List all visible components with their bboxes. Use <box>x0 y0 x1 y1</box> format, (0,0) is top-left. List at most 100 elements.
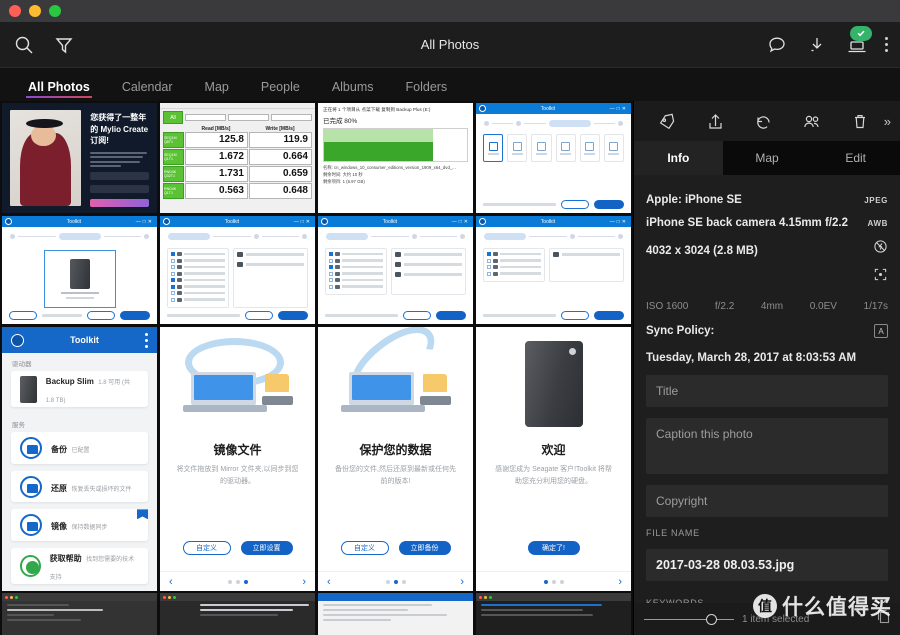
photo-cell-onboarding-welcome[interactable]: 欢迎 感谢您成为 Seagate 客户!Toolkit 将帮助您充分利用您的硬盘… <box>476 327 631 591</box>
wizard-back-button[interactable] <box>561 200 589 209</box>
tab-map[interactable]: Map <box>189 80 245 101</box>
wizard-tile-backup[interactable] <box>483 134 504 162</box>
rotate-left-icon[interactable] <box>740 109 788 133</box>
mobile-service-mirror[interactable]: 镜像 保持数据同步 <box>11 509 148 542</box>
cdm-drive-select[interactable] <box>271 114 312 121</box>
wizard-tile-folder[interactable] <box>555 134 576 162</box>
photo-cell-mylio-promo[interactable]: 您获得了一整年的 Mylio Create 订阅! <box>2 103 157 213</box>
folder-contents-list[interactable] <box>391 248 466 295</box>
next-chevron-icon[interactable]: › <box>302 576 306 588</box>
device-sync-icon[interactable] <box>845 25 872 57</box>
wizard-back-button[interactable] <box>9 311 37 320</box>
tab-info[interactable]: Info <box>634 141 723 175</box>
folder-tree[interactable] <box>325 248 387 295</box>
wizard-next-button[interactable] <box>278 311 308 320</box>
backup-now-button[interactable]: 立即备份 <box>398 541 451 555</box>
prev-chevron-icon[interactable]: ‹ <box>169 576 173 588</box>
onboarding-pager: ‹ › <box>160 571 315 591</box>
folder-tree[interactable] <box>167 248 229 308</box>
mobile-service-help[interactable]: 获取帮助 找到您需要的技术支持 <box>11 548 148 585</box>
mobile-service-restore[interactable]: 还原 恢复丢失或损坏的文件 <box>11 470 148 503</box>
thumbnail-zoom-slider[interactable] <box>644 613 734 625</box>
wizard-tile-book[interactable] <box>579 134 600 162</box>
photo-cell-toolkit-wizard[interactable]: Toolkit —□✕ <box>476 103 631 213</box>
mobile-overflow-icon[interactable] <box>145 332 148 348</box>
photo-cell-crystaldiskmark[interactable]: CrystalDiskMark 8.0.4 x64 —□✕ All <box>160 103 315 213</box>
wizard-back-button[interactable] <box>245 311 273 320</box>
photo-cell-toolkit-mobile[interactable]: Toolkit 驱动器 Backup Slim 1.8 可用 (共 1.8 TB… <box>2 327 157 591</box>
photo-cell-terminal-dialog[interactable] <box>160 593 315 635</box>
title-input[interactable]: Title <box>646 375 888 407</box>
wizard-next-button[interactable] <box>594 200 624 209</box>
caption-input[interactable]: Caption this photo <box>646 418 888 474</box>
photo-grid-area[interactable]: 您获得了一整年的 Mylio Create 订阅! CrystalDiskMar… <box>0 101 633 635</box>
tab-map[interactable]: Map <box>723 141 812 175</box>
photo-cell-copy-dialog[interactable]: ⊞ 正在复制 80%—□✕ 正在将 1 个项目从 点菜下载 复制到 Backup… <box>318 103 473 213</box>
folder-contents-list[interactable] <box>549 248 624 282</box>
file-name-value[interactable]: 2017-03-28 08.03.53.jpg <box>646 549 888 581</box>
wizard-next-button[interactable] <box>436 311 466 320</box>
wizard-tile-camera[interactable] <box>603 134 625 162</box>
copyright-input[interactable]: Copyright <box>646 485 888 517</box>
overflow-menu-icon[interactable] <box>885 37 888 52</box>
search-icon[interactable] <box>12 33 36 57</box>
window-maximize-button[interactable] <box>49 5 61 17</box>
tab-albums[interactable]: Albums <box>316 80 390 101</box>
sync-policy-badge[interactable]: A <box>874 324 888 338</box>
cdm-read-value: 0.563 <box>185 183 248 199</box>
photo-cell-onboarding-mirror[interactable]: 镜像文件 将文件拖放到 Mirror 文件夹,以同步到您的驱动器。 自定义 立即… <box>160 327 315 591</box>
wizard-next-button[interactable] <box>120 311 150 320</box>
customize-button[interactable]: 自定义 <box>340 541 389 555</box>
folder-contents-list[interactable] <box>233 248 308 308</box>
got-it-button[interactable]: 确定了! <box>527 541 580 555</box>
photo-cell-toolkit-tree-1[interactable]: Toolkit —□✕ <box>160 216 315 324</box>
photo-cell-windows-properties[interactable] <box>318 593 473 635</box>
wizard-tile-drive[interactable] <box>531 134 552 162</box>
tab-people[interactable]: People <box>245 80 316 101</box>
promo-select-field[interactable] <box>90 185 149 194</box>
wizard-tile-clock[interactable] <box>507 134 528 162</box>
promo-email-field[interactable] <box>90 172 149 181</box>
tab-calendar[interactable]: Calendar <box>106 80 189 101</box>
prev-chevron-icon[interactable]: ‹ <box>327 576 331 588</box>
duplicate-icon[interactable] <box>877 609 890 629</box>
cdm-count-select[interactable] <box>185 114 226 121</box>
wizard-next-button[interactable] <box>594 311 624 320</box>
cdm-size-select[interactable] <box>228 114 269 121</box>
mobile-service-backup[interactable]: 备份 已配置 <box>11 432 148 464</box>
filter-funnel-icon[interactable] <box>52 33 76 57</box>
photo-cell-file-explorer[interactable] <box>476 593 631 635</box>
folder-tree[interactable] <box>483 248 545 282</box>
customize-button[interactable]: 自定义 <box>182 541 231 555</box>
camera-model: Apple: iPhone SE <box>646 194 742 206</box>
mobile-drive-card[interactable]: Backup Slim 1.8 可用 (共 1.8 TB) <box>11 371 148 407</box>
wizard-cancel-button[interactable] <box>87 311 115 320</box>
window-close-button[interactable] <box>9 5 21 17</box>
share-upload-icon[interactable] <box>692 109 740 133</box>
setup-now-button[interactable]: 立即设置 <box>240 541 293 555</box>
window-minimize-button[interactable] <box>29 5 41 17</box>
trash-icon[interactable] <box>836 109 884 133</box>
photo-cell-toolkit-tree-2[interactable]: Toolkit —□✕ <box>318 216 473 324</box>
next-chevron-icon[interactable]: › <box>618 576 622 588</box>
tab-all-photos[interactable]: All Photos <box>12 80 106 101</box>
chevron-double-right-icon[interactable]: » <box>884 114 891 129</box>
mobile-section-drives: 驱动器 <box>12 361 32 368</box>
tag-icon[interactable] <box>644 109 692 133</box>
photo-cell-mac-disk-utility[interactable] <box>2 593 157 635</box>
zoom-slider-knob[interactable] <box>706 613 717 625</box>
photo-cell-toolkit-summary[interactable]: Toolkit —□✕ <box>476 216 631 324</box>
next-chevron-icon[interactable]: › <box>460 576 464 588</box>
tab-folders[interactable]: Folders <box>390 80 464 101</box>
promo-cta-button[interactable] <box>90 199 149 208</box>
download-icon[interactable] <box>805 33 829 57</box>
wizard-back-button[interactable] <box>561 311 589 320</box>
photo-cell-toolkit-drive[interactable]: Toolkit —□✕ <box>2 216 157 324</box>
cdm-all-button[interactable]: All <box>163 111 183 124</box>
wizard-back-button[interactable] <box>403 311 431 320</box>
people-icon[interactable] <box>788 109 836 133</box>
photo-cell-onboarding-protect[interactable]: 保护您的数据 备份您的文件,然后还原到最新或任何先前的版本! 自定义 立即备份 … <box>318 327 473 591</box>
comment-bubble-icon[interactable] <box>765 33 789 57</box>
tab-edit[interactable]: Edit <box>811 141 900 175</box>
drive-option-card[interactable] <box>43 250 116 308</box>
